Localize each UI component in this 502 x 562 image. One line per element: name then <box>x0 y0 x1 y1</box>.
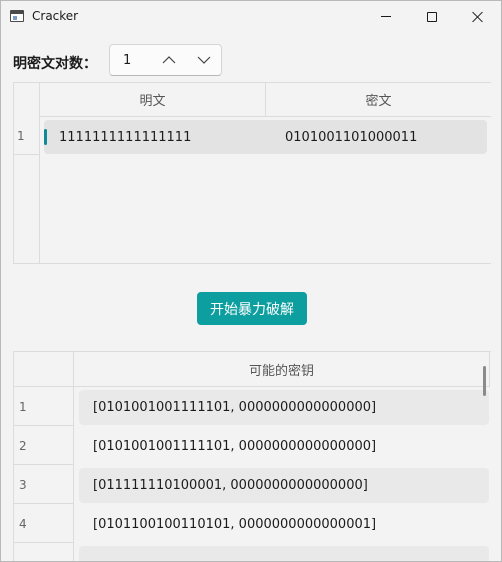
key-value[interactable]: [0101001001111101, 0000000000000000] <box>93 439 376 454</box>
row-number: 1 <box>17 129 25 143</box>
pairs-rownum-column <box>13 83 40 263</box>
row-number: 3 <box>19 478 27 492</box>
row-divider <box>13 464 74 465</box>
close-button[interactable] <box>455 1 501 32</box>
list-item[interactable]: [011111110100001, 0000000000000000] <box>79 468 489 503</box>
list-item[interactable]: [0101001001111101, 0000000000000000] <box>79 429 489 464</box>
row-divider <box>13 542 74 543</box>
keys-scrollbar[interactable] <box>483 366 486 396</box>
keys-table: 可能的密钥 1 2 3 4 [0101001001111101, 0000000… <box>13 351 491 561</box>
plaintext-cell[interactable]: 1111111111111111 <box>59 130 191 145</box>
column-header-ciphertext[interactable]: 密文 <box>266 83 491 117</box>
table-row[interactable]: 1111111111111111 0101001101000011 <box>44 120 487 154</box>
app-window: Cracker 明密文对数： 1 明文 密文 1 111111111111111… <box>0 0 502 562</box>
pair-count-value[interactable]: 1 <box>123 53 131 68</box>
pairs-rownum-cell: 1 <box>13 117 40 155</box>
chevron-down-icon <box>197 56 211 64</box>
maximize-button[interactable] <box>409 1 455 32</box>
maximize-icon <box>427 11 437 22</box>
chevron-up-icon <box>162 56 176 64</box>
pair-count-spinner[interactable]: 1 <box>109 44 222 76</box>
key-value[interactable]: [0101100100110101, 0000000000000001] <box>93 517 376 532</box>
window-app-icon <box>10 10 24 22</box>
key-value[interactable]: [0101001001111101, 0000000000000000] <box>93 400 376 415</box>
minimize-icon <box>381 16 391 17</box>
list-item[interactable] <box>79 546 489 561</box>
row-number: 4 <box>19 517 27 531</box>
column-header-plaintext[interactable]: 明文 <box>40 83 266 117</box>
start-brute-force-button[interactable]: 开始暴力破解 <box>197 292 307 325</box>
list-item[interactable]: [0101001001111101, 0000000000000000] <box>79 390 489 425</box>
row-number: 2 <box>19 439 27 453</box>
row-number: 1 <box>19 400 27 414</box>
row-divider <box>13 503 74 504</box>
ciphertext-cell[interactable]: 0101001101000011 <box>285 130 417 145</box>
column-header-possible-keys[interactable]: 可能的密钥 <box>74 352 490 387</box>
pairs-table: 明文 密文 1 1111111111111111 010100110100001… <box>13 82 491 264</box>
pair-count-label: 明密文对数： <box>13 56 97 72</box>
list-item[interactable]: [0101100100110101, 0000000000000001] <box>79 507 489 542</box>
key-value[interactable]: [011111110100001, 0000000000000000] <box>93 478 368 493</box>
row-divider <box>13 425 74 426</box>
window-title: Cracker <box>32 9 79 23</box>
title-bar[interactable]: Cracker <box>1 1 501 32</box>
increment-button[interactable] <box>160 51 178 69</box>
selection-indicator <box>44 129 47 145</box>
decrement-button[interactable] <box>195 51 213 69</box>
close-icon <box>472 11 484 23</box>
keys-rownum-header <box>13 352 74 387</box>
minimize-button[interactable] <box>363 1 409 32</box>
